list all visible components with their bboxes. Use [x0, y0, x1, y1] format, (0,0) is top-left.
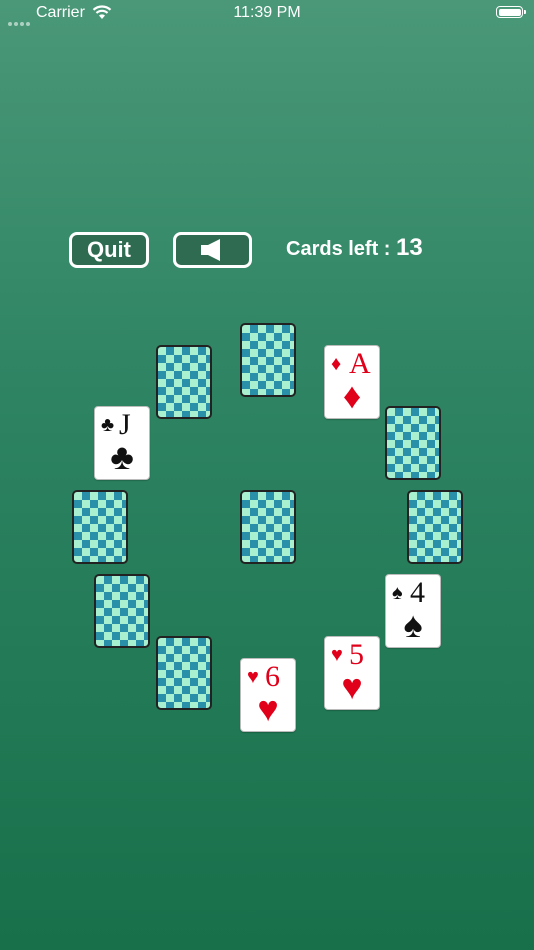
card-left[interactable] [72, 490, 128, 564]
card-lower-right[interactable]: ♠ 4 ♠ [385, 574, 441, 648]
card-center[interactable] [240, 490, 296, 564]
card-bottom[interactable]: ♥ 6 ♥ [240, 658, 296, 732]
card-bottom-left[interactable] [156, 636, 212, 710]
card-right[interactable] [407, 490, 463, 564]
card-suit-small: ♦ [331, 353, 342, 375]
sound-toggle-button[interactable] [173, 232, 252, 268]
card-top[interactable] [240, 323, 296, 397]
card-top-left[interactable] [156, 345, 212, 419]
status-bar: Carrier 11:39 PM [0, 0, 534, 28]
card-suit-large: ♥ [257, 688, 279, 729]
cards-left-counter: Cards left : 13 [286, 234, 423, 262]
cards-left-label: Cards left : [286, 238, 391, 260]
speaker-icon [200, 239, 220, 261]
quit-button[interactable]: Quit [69, 232, 149, 268]
card-suit-large: ♦ [342, 375, 362, 416]
card-upper-left[interactable]: ♣ J ♣ [94, 406, 150, 480]
card-suit-large: ♣ [110, 436, 134, 477]
clock: 11:39 PM [233, 4, 301, 21]
card-lower-left[interactable] [94, 574, 150, 648]
battery-icon [496, 6, 526, 18]
card-top-right[interactable]: ♦ A ♦ [324, 345, 380, 419]
card-suit-large: ♠ [403, 604, 423, 645]
card-suit-small: ♥ [247, 666, 259, 688]
card-suit-small: ♠ [392, 582, 403, 604]
cards-left-value: 13 [396, 234, 423, 261]
card-suit-small: ♣ [101, 414, 115, 436]
card-suit-large: ♥ [341, 666, 363, 707]
card-suit-small: ♥ [331, 644, 343, 666]
card-upper-right[interactable] [385, 406, 441, 480]
quit-button-label: Quit [87, 237, 131, 262]
card-bottom-right[interactable]: ♥ 5 ♥ [324, 636, 380, 710]
